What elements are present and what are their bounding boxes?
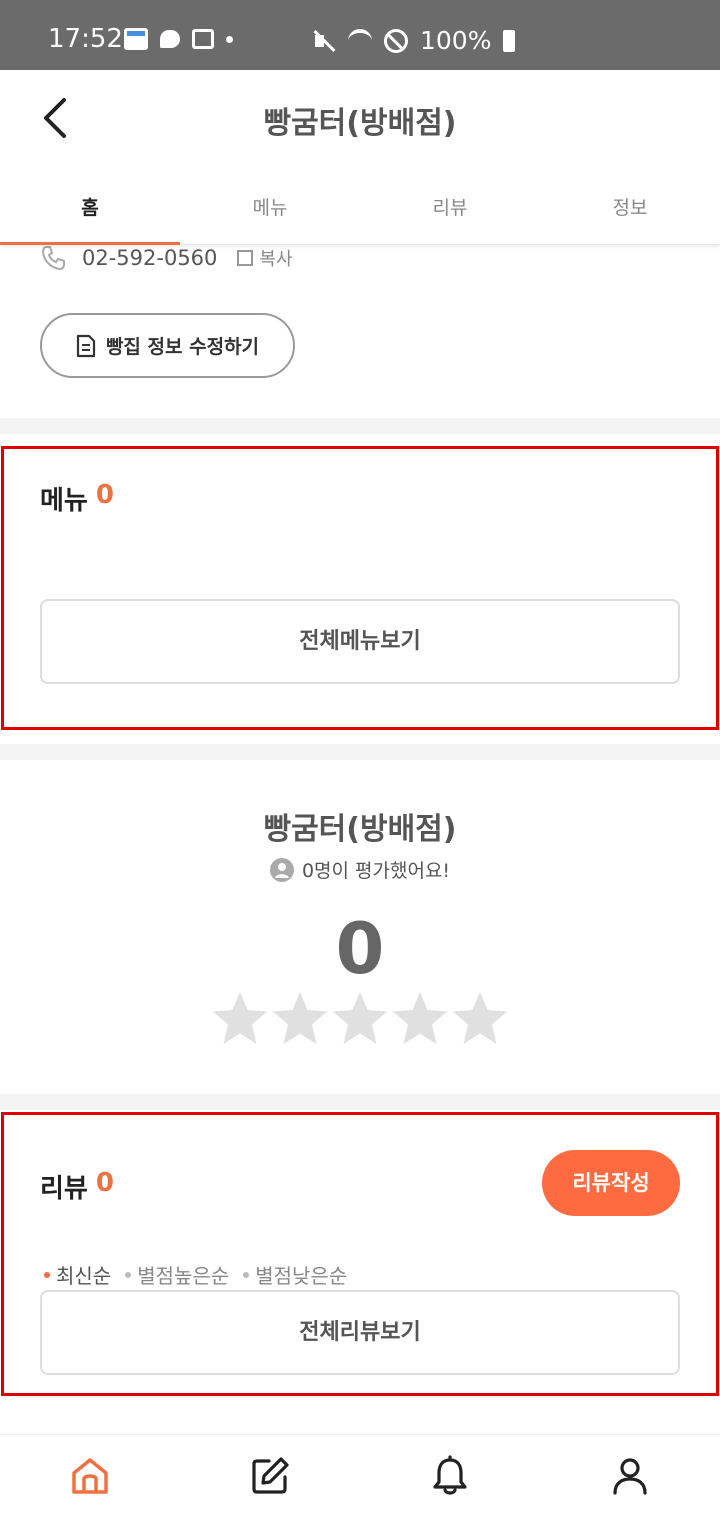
star-icon: [393, 992, 447, 1044]
profile-icon: [613, 1458, 647, 1495]
tab-bar: 홈 메뉴 리뷰 정보: [0, 165, 720, 245]
status-bar: 17:52 100%: [0, 0, 720, 70]
sort-dot: [125, 1271, 132, 1278]
block-icon: [384, 28, 408, 53]
sort-latest[interactable]: 최신순: [44, 1260, 111, 1289]
app-header: 빵굼터(방배점): [0, 70, 720, 165]
write-icon: [252, 1457, 289, 1494]
star-rating: [0, 990, 720, 1048]
review-title-label: 리뷰: [40, 1174, 88, 1204]
review-section-title: 리뷰 0: [40, 1168, 114, 1205]
rating-count-text: 0명이 평가했어요!: [301, 860, 451, 882]
bottom-navigation: [0, 1434, 720, 1520]
edit-shop-info-label: 빵집 정보 수정하기: [105, 336, 260, 358]
tab-menu[interactable]: 메뉴: [180, 165, 360, 244]
nav-notifications[interactable]: [360, 1435, 540, 1520]
rating-shop-name: 빵굼터(방배점): [263, 812, 457, 847]
document-icon: [76, 334, 96, 357]
chat-bubble-icon: [160, 30, 180, 48]
status-time: 17:52: [48, 24, 123, 54]
status-system-icons: 100%: [312, 26, 516, 55]
tab-review[interactable]: 리뷰: [360, 165, 540, 244]
review-sort-options: 최신순 별점높은순 별점낮은순: [44, 1260, 347, 1289]
view-all-menu-button[interactable]: 전체메뉴보기: [40, 599, 680, 684]
copy-icon: [237, 250, 254, 266]
menu-count: 0: [95, 480, 114, 510]
sort-dot: [243, 1271, 250, 1278]
view-all-reviews-button[interactable]: 전체리뷰보기: [40, 1290, 680, 1375]
star-icon: [333, 992, 387, 1044]
star-icon: [273, 992, 327, 1044]
gift-icon: [192, 29, 214, 49]
star-icon: [213, 992, 267, 1044]
copy-label: 복사: [259, 249, 293, 270]
section-divider: [0, 744, 720, 760]
page-title: 빵굼터(방배점): [263, 106, 457, 141]
sort-dot: [44, 1271, 50, 1278]
status-notification-icons: [124, 28, 233, 50]
sort-rating-low-label: 별점낮은순: [255, 1264, 348, 1288]
copy-button[interactable]: 복사: [237, 245, 293, 271]
battery-percent: 100%: [420, 26, 492, 55]
home-icon: [72, 1458, 108, 1494]
menu-section-title: 메뉴 0: [40, 480, 114, 517]
battery-icon: [503, 29, 516, 52]
tab-info[interactable]: 정보: [540, 165, 720, 244]
section-divider: [0, 418, 720, 434]
sort-rating-high-label: 별점높은순: [137, 1264, 230, 1288]
star-icon: [453, 992, 507, 1044]
rating-count-row: 0명이 평가했어요!: [0, 856, 720, 883]
dot-icon: [226, 35, 233, 43]
menu-title-label: 메뉴: [40, 486, 88, 516]
section-divider: [0, 1094, 720, 1110]
wifi-icon: [348, 28, 372, 53]
sort-rating-high[interactable]: 별점높은순: [125, 1260, 229, 1289]
rating-score: 0: [335, 908, 385, 990]
edit-shop-info-button[interactable]: 빵집 정보 수정하기: [40, 313, 295, 378]
tab-home[interactable]: 홈: [0, 165, 180, 245]
phone-row: 02-592-0560 복사: [40, 244, 293, 272]
nav-write[interactable]: [180, 1435, 360, 1520]
review-count: 0: [95, 1168, 114, 1198]
write-review-button[interactable]: 리뷰작성: [542, 1150, 680, 1216]
nav-home[interactable]: [0, 1435, 180, 1520]
phone-number[interactable]: 02-592-0560: [82, 246, 217, 270]
sort-rating-low[interactable]: 별점낮은순: [243, 1260, 347, 1289]
phone-icon: [41, 246, 65, 271]
nav-profile[interactable]: [540, 1435, 720, 1520]
calendar-icon: [124, 28, 148, 50]
sort-latest-label: 최신순: [56, 1264, 112, 1288]
user-circle-icon: [269, 857, 294, 882]
bell-icon: [433, 1455, 467, 1495]
mute-icon: [312, 29, 336, 53]
